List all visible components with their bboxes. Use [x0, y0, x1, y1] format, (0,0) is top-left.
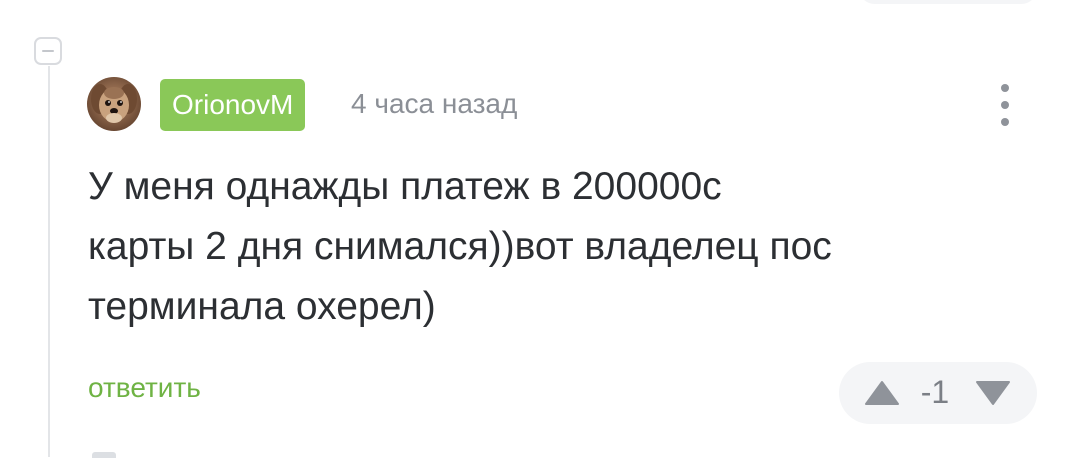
author-name-badge[interactable]: OrionovM: [160, 79, 306, 131]
next-comment-avatar: [92, 452, 116, 458]
collapse-thread-button[interactable]: [34, 37, 62, 65]
vertical-dots-icon: [1001, 84, 1009, 92]
previous-comment-controls: [858, 0, 1038, 4]
vertical-dots-icon-dot: [1001, 101, 1009, 109]
reply-button[interactable]: ответить: [88, 370, 201, 406]
comment-timestamp[interactable]: 4 часа назад: [351, 84, 517, 124]
rating-value: -1: [920, 374, 950, 410]
triangle-up-icon[interactable]: [864, 380, 900, 406]
minus-icon: [42, 50, 54, 52]
comment-body-line: карты 2 дня снимался))вот владелец пос: [88, 225, 832, 268]
author-avatar[interactable]: [87, 77, 141, 131]
comment-body-line: У меня однажды платеж в 200000с: [88, 165, 722, 208]
comment-body-line: терминала охерел): [88, 285, 436, 328]
thread-line[interactable]: [48, 66, 50, 457]
comment-body: У меня однажды платеж в 200000с карты 2 …: [88, 157, 988, 337]
triangle-down-icon[interactable]: [975, 380, 1011, 406]
dog-avatar-icon: [87, 77, 141, 131]
vertical-dots-icon-dot: [1001, 118, 1009, 126]
more-options-button[interactable]: [988, 82, 1022, 128]
